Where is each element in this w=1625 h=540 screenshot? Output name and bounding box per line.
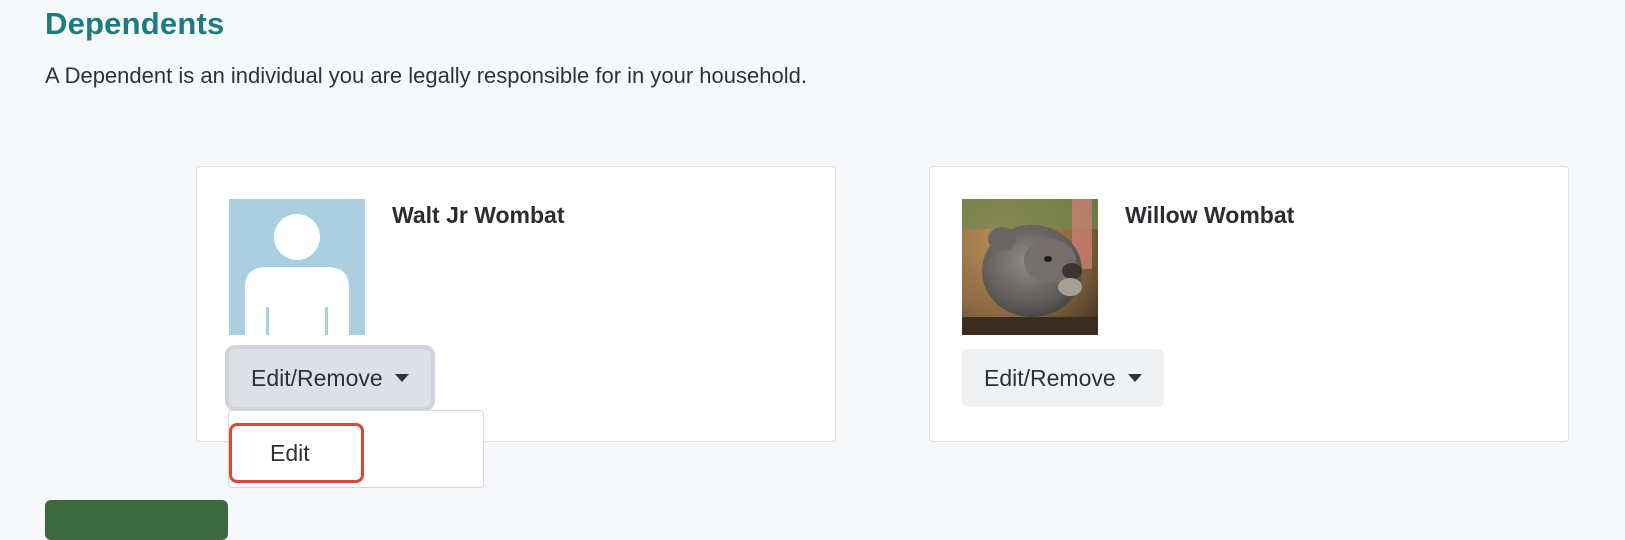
edit-remove-dropdown-button[interactable]: Edit/Remove [962,349,1164,407]
dependent-card: Willow Wombat Edit/Remove [929,166,1569,442]
section-description: A Dependent is an individual you are leg… [45,63,807,88]
caret-down-icon [1127,374,1142,382]
caret-down-icon [394,374,409,382]
section-title: Dependents [45,6,225,41]
edit-remove-dropdown-menu: Edit [228,410,484,488]
dropdown-item-edit[interactable]: Edit [229,423,364,483]
dependent-card: Walt Jr Wombat Edit/Remove [196,166,836,442]
wombat-photo [962,199,1098,335]
dropdown-label: Edit/Remove [984,364,1116,391]
primary-button[interactable] [45,500,228,540]
dependent-name: Willow Wombat [1125,202,1295,228]
placeholder-avatar-icon [229,199,365,335]
dependent-name: Walt Jr Wombat [392,202,565,228]
dropdown-label: Edit/Remove [251,364,383,391]
edit-remove-dropdown-button[interactable]: Edit/Remove [229,349,431,407]
